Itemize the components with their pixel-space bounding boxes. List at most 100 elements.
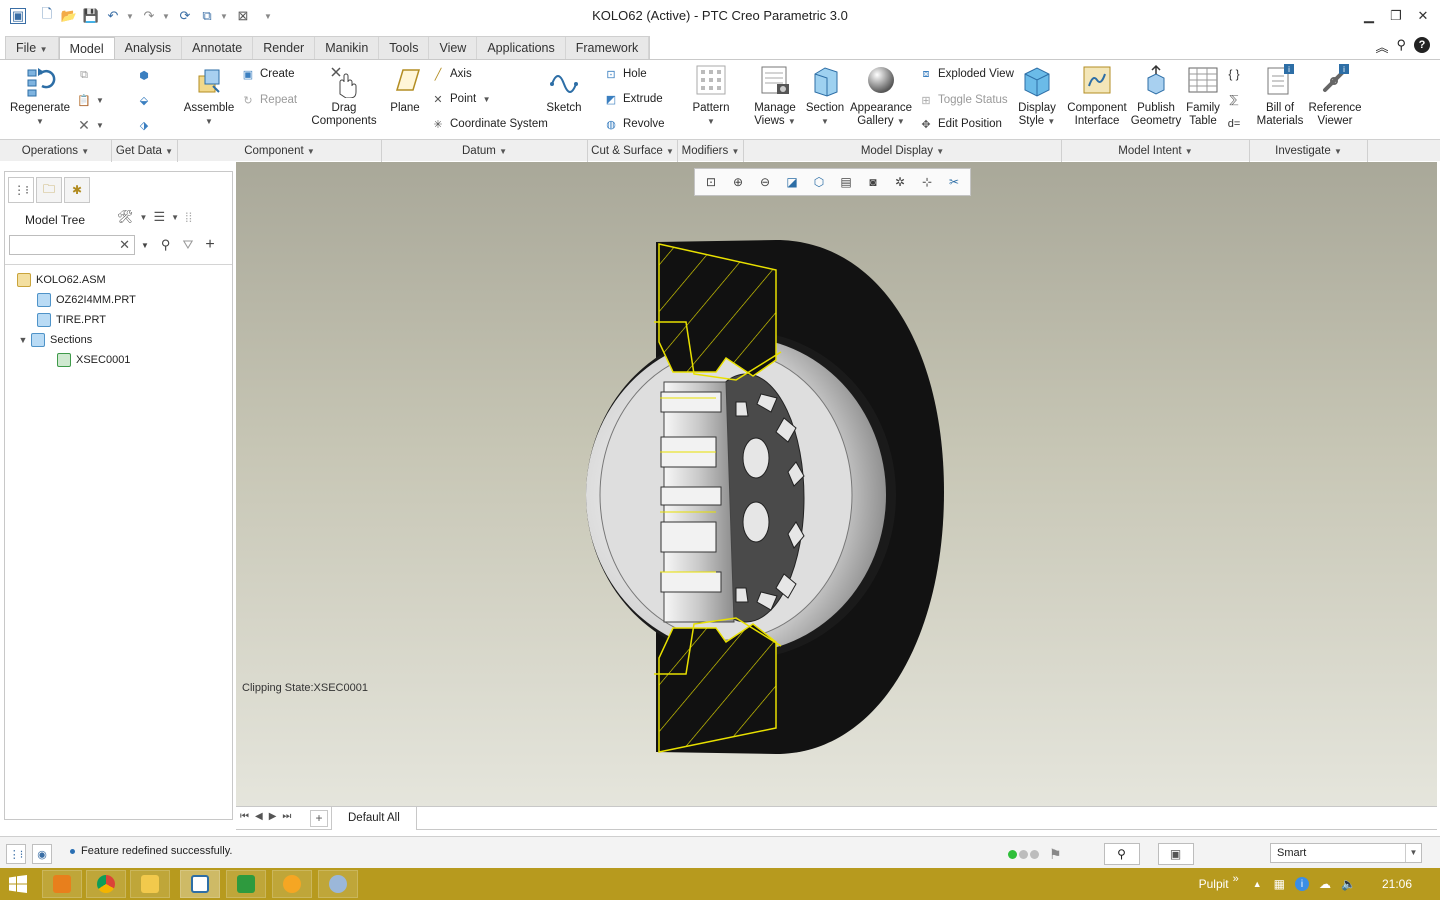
switch-dimensions-icon[interactable]: ⅀ [1226,90,1246,108]
add-tab-button[interactable]: + [310,810,328,827]
sketch-button[interactable]: Sketch [544,64,584,115]
tab-model[interactable]: Model [58,37,115,61]
collapse-arrow-icon[interactable]: ▼ [17,335,29,345]
edit-position-button[interactable]: ✥ Edit Position [918,115,1002,133]
graphics-window[interactable]: ⊡ ⊕ ⊖ ◪ ⬡ ▤ ◙ ✲ ⊹ ✂ Clipping State:XSEC0… [236,162,1437,806]
taskbar-media-player[interactable] [42,870,82,898]
reference-viewer-button[interactable]: i Reference Viewer [1306,64,1364,128]
tree-item-sections[interactable]: ▼ Sections [5,330,232,350]
wheel-model[interactable] [236,162,1437,806]
tree-search-input[interactable] [10,236,118,254]
copy-geometry-icon[interactable]: ⬙ [136,91,156,109]
group-investigate[interactable]: Investigate ▼ [1250,140,1368,162]
start-button[interactable] [0,870,36,898]
selection-buffer-icon[interactable]: ▣ [1157,843,1194,865]
tab-framework[interactable]: Framework [566,37,650,60]
find-binoculars-icon[interactable]: ⚲ [161,237,171,253]
filter-icon[interactable]: ⛛ [182,237,193,253]
group-datum[interactable]: Datum ▼ [382,140,588,162]
flag-icon[interactable]: ⚑ [1049,846,1062,863]
tab-analysis[interactable]: Analysis [115,37,183,60]
point-button[interactable]: ✕ Point ▼ [430,90,490,108]
show-menu-icon[interactable]: ☰ [153,209,165,225]
tab-render[interactable]: Render [253,37,316,60]
tree-settings-dropdown-icon[interactable]: ▼ [140,213,148,222]
component-interface-button[interactable]: Component Interface [1066,64,1128,128]
group-modifiers[interactable]: Modifiers ▼ [678,140,744,162]
show-hidden-icons-icon[interactable]: ▲ [1253,879,1262,889]
clear-search-icon[interactable]: ✕ [119,237,130,253]
manage-views-button[interactable]: Manage Views ▼ [750,64,800,128]
tree-columns-icon[interactable]: ⁞⁞ [185,210,192,225]
publish-geometry-button[interactable]: Publish Geometry [1128,64,1184,128]
command-search-icon[interactable]: ⚲ [1396,37,1406,56]
relations-icon[interactable]: d= [1226,115,1246,133]
clock[interactable]: 21:06 [1382,877,1412,891]
tab-default-all[interactable]: Default All [331,807,417,830]
hole-button[interactable]: ⊡ Hole [603,65,646,83]
delete-icon[interactable]: ✕ ▼ [76,116,104,134]
show-dropdown-icon[interactable]: ▼ [171,213,179,222]
tree-item-tire-prt[interactable]: TIRE.PRT [5,310,232,330]
create-button[interactable]: ▣ Create [240,65,295,83]
coordinate-system-button[interactable]: ✳ Coordinate System [430,115,547,133]
paste-icon[interactable]: 📋 ▼ [76,91,104,109]
revolve-button[interactable]: ◍ Revolve [603,115,664,133]
info-tray-icon[interactable]: i [1295,877,1310,891]
group-model-display[interactable]: Model Display ▼ [744,140,1062,162]
taskbar-settings[interactable] [318,870,358,898]
previous-tab-icon[interactable]: ◀ [255,811,263,822]
tree-settings-icon[interactable]: 🛠 [117,209,134,225]
exploded-view-button[interactable]: ⧈ Exploded View [918,65,1014,83]
taskbar-paint[interactable] [272,870,312,898]
bill-of-materials-button[interactable]: i Bill of Materials [1254,64,1306,128]
group-component[interactable]: Component ▼ [178,140,382,162]
first-tab-icon[interactable]: ⏮ [240,811,249,822]
plane-button[interactable]: Plane [386,64,424,115]
toggle-status-button[interactable]: ⊞ Toggle Status [918,91,1007,109]
tab-tools[interactable]: Tools [379,37,430,60]
close-icon[interactable]: ✕ [1413,6,1433,26]
family-table-button[interactable]: Family Table [1184,64,1222,128]
assemble-button[interactable]: Assemble ▼ [182,64,236,128]
user-defined-feature-icon[interactable]: ⬢ [136,66,156,84]
axis-button[interactable]: ╱ Axis [430,65,472,83]
repeat-button[interactable]: ↻ Repeat [240,91,297,109]
last-tab-icon[interactable]: ⏭ [282,811,291,822]
help-icon[interactable]: ? [1414,37,1430,53]
group-operations[interactable]: Operations ▼ [0,140,112,162]
add-column-icon[interactable]: + [205,236,214,254]
regenerate-button[interactable]: Regenerate ▼ [8,64,72,128]
selection-filter-select[interactable]: Smart ▼ [1270,843,1422,863]
tab-file[interactable]: File ▼ [6,37,59,60]
network-tray-icon[interactable]: ☁ [1319,877,1331,891]
search-dropdown-icon[interactable]: ▼ [141,241,149,250]
volume-tray-icon[interactable]: 🔈 [1341,877,1356,891]
drag-components-button[interactable]: Drag Components [310,64,378,128]
regeneration-status-leds[interactable] [1008,849,1039,859]
tab-applications[interactable]: Applications [477,37,566,60]
find-icon[interactable]: ⚲ [1103,843,1140,865]
parameters-icon[interactable]: { } [1226,65,1246,83]
favorites-tab-icon[interactable]: ✱ [64,177,90,203]
folder-browser-tab-icon[interactable]: 🗀 [36,177,62,203]
copy-icon[interactable]: ⧉ [76,66,96,84]
minimize-icon[interactable]: ▁ [1359,6,1379,26]
restore-icon[interactable]: ❐ [1386,6,1406,26]
windows-flag-tray-icon[interactable]: ▦ [1274,877,1285,891]
next-tab-icon[interactable]: ▶ [269,811,277,822]
pattern-button[interactable]: Pattern ▼ [688,64,734,128]
tab-manikin[interactable]: Manikin [315,37,380,60]
desktop-toolbar-label[interactable]: Pulpit [1199,877,1229,891]
taskbar-explorer[interactable] [130,870,170,898]
appearance-gallery-button[interactable]: Appearance Gallery ▼ [848,64,914,128]
group-model-intent[interactable]: Model Intent ▼ [1062,140,1250,162]
tab-annotate[interactable]: Annotate [182,37,254,60]
tree-item-xsec0001[interactable]: XSEC0001 [5,350,232,370]
chevron-down-icon[interactable]: ▼ [1405,844,1421,862]
group-get-data[interactable]: Get Data ▼ [112,140,178,162]
display-style-button[interactable]: Display Style ▼ [1014,64,1060,128]
section-button[interactable]: Section ▼ [804,64,846,128]
tree-item-oz62i4mm-prt[interactable]: OZ62I4MM.PRT [5,290,232,310]
tree-search-box[interactable]: ✕ [9,235,135,255]
